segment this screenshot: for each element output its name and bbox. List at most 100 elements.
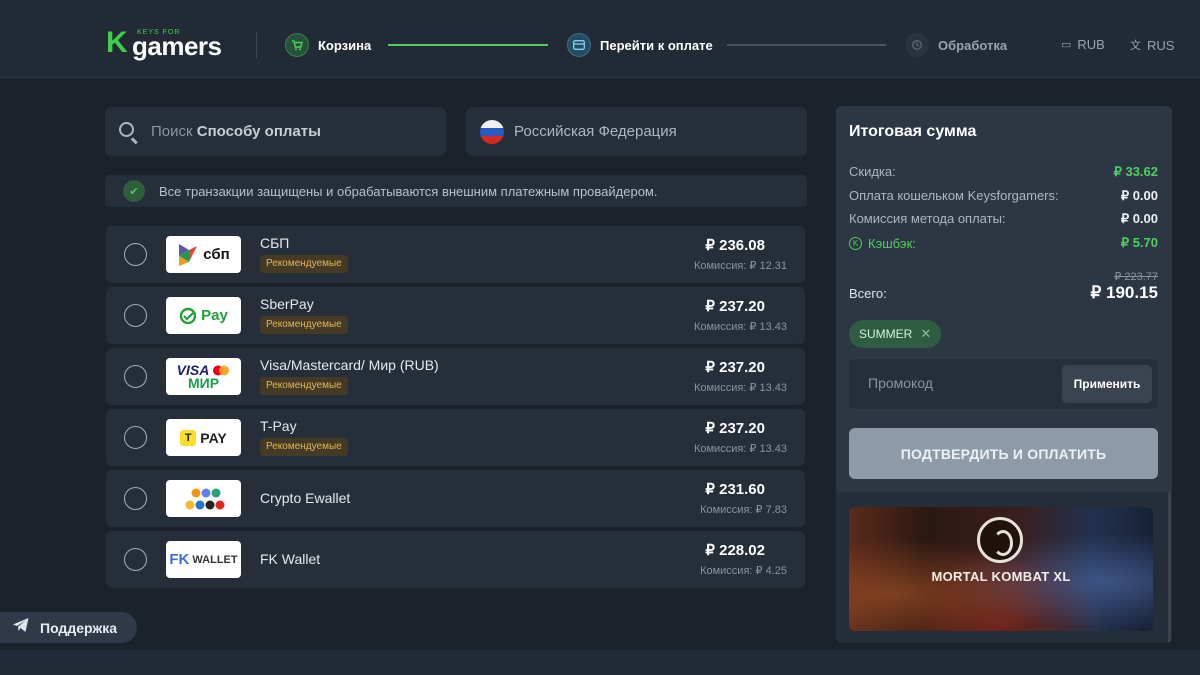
recommended-badge: Рекомендуемые (260, 438, 348, 456)
cashback-row: K Кэшбэк: ₽ 5.70 (849, 235, 1158, 251)
radio-button[interactable] (124, 304, 147, 327)
country-selector[interactable]: Российская Федерация (466, 107, 807, 156)
shield-icon: ✔ (123, 180, 145, 202)
country-label: Российская Федерация (514, 123, 677, 140)
promo-chip: SUMMER ✕ (849, 320, 942, 348)
confirm-and-pay-button[interactable]: ПОДТВЕРДИТЬ И ОПЛАТИТЬ (849, 428, 1158, 479)
promo-code-field[interactable]: Промокод Применить (849, 359, 1158, 409)
payment-fee: Комиссия: ₽ 13.43 (693, 443, 787, 455)
old-total-price: ₽ 223.77 (1114, 271, 1158, 283)
step-processing-label: Обработка (938, 37, 1008, 53)
wallet-icon: ▭ (1061, 39, 1072, 51)
step-checkout-label: Перейти к оплате (600, 37, 713, 53)
payment-fee: Комиссия: ₽ 12.31 (693, 260, 787, 272)
step-cart[interactable]: Корзина (285, 33, 371, 57)
progress-bar-done (388, 44, 548, 46)
support-button[interactable]: Поддержка (0, 612, 137, 643)
product-preview-area: MORTAL KOMBAT XL (836, 492, 1172, 643)
discount-label: Скидка: (849, 164, 896, 179)
payment-price: ₽ 237.20 (705, 298, 765, 315)
processing-icon (905, 33, 929, 57)
payment-method-fkwallet[interactable]: FK WALLET FK Wallet ₽ 228.02 Комиссия: ₽… (106, 531, 805, 588)
order-summary-panel: Итоговая сумма Скидка: ₽ 33.62 Оплата ко… (836, 106, 1172, 643)
security-notice: ✔ Все транзакции защищены и обрабатывают… (105, 175, 807, 207)
radio-button[interactable] (124, 243, 147, 266)
cashback-label: Кэшбэк: (868, 235, 916, 251)
step-cart-label: Корзина (318, 37, 372, 53)
payment-price: ₽ 228.02 (705, 542, 765, 559)
payment-search-input[interactable]: Поиск Способу оплаты (105, 107, 446, 156)
crypto-logo (166, 480, 241, 517)
promo-chip-label: SUMMER (859, 327, 913, 341)
payment-fee: Комиссия: ₽ 13.43 (693, 382, 787, 394)
step-processing[interactable]: Обработка (905, 33, 1007, 57)
total-value: ₽ 190.15 (1090, 283, 1158, 302)
progress-bar-pending (727, 44, 886, 46)
language-selector[interactable]: 文 RUS (1130, 37, 1174, 53)
payment-price: ₽ 237.20 (705, 420, 765, 437)
discount-row: Скидка: ₽ 33.62 (849, 164, 1158, 180)
recommended-badge: Рекомендуемые (260, 377, 348, 395)
payment-method-name: FK Wallet (260, 551, 321, 567)
step-checkout[interactable]: Перейти к оплате (567, 33, 713, 57)
payment-method-name: T-Pay (260, 418, 297, 434)
top-header: K KEYS FOR gamers Корзина Перейти к опла… (0, 0, 1200, 78)
currency-selector[interactable]: ▭ RUB (1061, 37, 1105, 52)
recommended-badge: Рекомендуемые (260, 255, 348, 273)
summary-title: Итоговая сумма (849, 123, 977, 140)
dragon-emblem-icon (977, 517, 1023, 563)
radio-button[interactable] (124, 365, 147, 388)
total-label: Всего: (849, 286, 887, 301)
commission-value: ₽ 0.00 (1120, 211, 1158, 226)
sbp-logo: сбп (166, 236, 241, 273)
radio-button[interactable] (124, 548, 147, 571)
header-divider (256, 32, 257, 58)
payment-price: ₽ 231.60 (705, 481, 765, 498)
scrollbar[interactable] (1168, 492, 1171, 643)
wallet-payment-value: ₽ 0.00 (1120, 188, 1158, 203)
payment-method-crypto[interactable]: Crypto Ewallet ₽ 231.60 Комиссия: ₽ 7.83 (106, 470, 805, 527)
search-placeholder: Поиск Способу оплаты (151, 123, 321, 140)
commission-label: Комиссия метода оплаты: (849, 211, 1006, 226)
currency-label: RUB (1077, 37, 1105, 52)
security-notice-text: Все транзакции защищены и обрабатываются… (159, 183, 658, 199)
discount-value: ₽ 33.62 (1113, 164, 1158, 179)
cashback-icon: K (849, 236, 862, 250)
wallet-payment-label: Оплата кошельком Keysforgamers: (849, 188, 1059, 203)
payment-method-name: SberPay (260, 296, 314, 312)
payment-method-name: Visa/Mastercard/ Мир (RUB) (260, 357, 439, 373)
commission-row: Комиссия метода оплаты: ₽ 0.00 (849, 211, 1158, 227)
fkwallet-logo: FK WALLET (166, 541, 241, 578)
telegram-icon (12, 617, 30, 638)
radio-button[interactable] (124, 426, 147, 449)
payment-fee: Комиссия: ₽ 13.43 (693, 321, 787, 333)
payment-method-sbp[interactable]: сбп СБП Рекомендуемые ₽ 236.08 Комиссия:… (106, 226, 805, 283)
payment-fee: Комиссия: ₽ 4.25 (700, 565, 787, 577)
radio-button[interactable] (124, 487, 147, 510)
close-icon[interactable]: ✕ (920, 326, 931, 342)
payment-fee: Комиссия: ₽ 7.83 (700, 504, 787, 516)
cashback-value: ₽ 5.70 (1120, 235, 1158, 250)
game-cover-image[interactable]: MORTAL KOMBAT XL (849, 507, 1153, 631)
translate-icon: 文 (1130, 40, 1141, 52)
footer-strip (0, 650, 1200, 675)
apply-promo-button[interactable]: Применить (1062, 365, 1152, 403)
payment-method-name: Crypto Ewallet (260, 490, 351, 506)
support-label: Поддержка (40, 619, 118, 636)
payment-method-name: СБП (260, 235, 290, 251)
visa-mastercard-mir-logo: VISA МИР (166, 358, 241, 395)
search-icon (117, 120, 141, 144)
game-title: MORTAL KOMBAT XL (931, 569, 1071, 584)
logo-k-mark: K (106, 26, 128, 59)
payment-method-tpay[interactable]: T PAY T-Pay Рекомендуемые ₽ 237.20 Комис… (106, 409, 805, 466)
card-icon (567, 33, 591, 57)
sberpay-logo: Pay (166, 297, 241, 334)
payment-method-visa-mastercard-mir[interactable]: VISA МИР Visa/Mastercard/ Мир (RUB) Реко… (106, 348, 805, 405)
recommended-badge: Рекомендуемые (260, 316, 348, 334)
russia-flag-icon (480, 119, 504, 144)
logo-main-text: gamers (132, 31, 222, 61)
wallet-payment-row: Оплата кошельком Keysforgamers: ₽ 0.00 (849, 188, 1158, 204)
payment-method-sberpay[interactable]: Pay SberPay Рекомендуемые ₽ 237.20 Комис… (106, 287, 805, 344)
language-label: RUS (1147, 37, 1175, 53)
payment-price: ₽ 237.20 (705, 359, 765, 376)
